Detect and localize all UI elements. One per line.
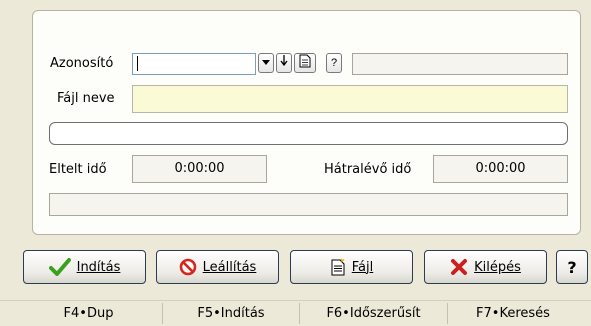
fajl-button[interactable]: Fájl [290,250,413,284]
hatralevo-ido-label: Hátralévő idő [324,162,412,177]
status-item-f7[interactable]: F7•Keresés [448,303,578,324]
status-item-f6[interactable]: F6•Időszerűsít [300,303,448,324]
document-icon [299,54,311,68]
file-icon [331,258,345,276]
chevron-down-icon [262,60,270,65]
text-cursor [137,56,138,71]
inditas-label: Indítás [76,259,121,275]
dropdown-button[interactable] [258,53,274,73]
message-field [49,193,568,216]
fajl-neve-input[interactable] [132,85,568,113]
azonosito-label: Azonosító [50,56,114,71]
help-small-button[interactable]: ? [326,53,342,73]
status-item-f5[interactable]: F5•Indítás [163,303,300,324]
close-x-icon [451,259,468,275]
kilepes-button[interactable]: Kilépés [424,250,547,284]
kilepes-label: Kilépés [474,259,521,275]
stop-icon [179,258,196,276]
hatralevo-ido-value: 0:00:00 [433,155,568,183]
azonosito-input[interactable] [132,53,256,75]
arrow-down-button[interactable] [276,53,292,73]
status-bar: F4•Dup F5•Indítás F6•Időszerűsít F7•Kere… [0,300,591,326]
inditas-button[interactable]: Indítás [23,250,146,284]
azonosito-description [352,53,568,75]
eltelt-ido-label: Eltelt idő [49,162,107,177]
document-button[interactable] [294,53,316,73]
leallitas-button[interactable]: Leállítás [156,250,279,284]
help-button[interactable]: ? [556,250,588,284]
status-item-f4[interactable]: F4•Dup [15,303,163,324]
fajl-label: Fájl [351,259,374,275]
eltelt-ido-value: 0:00:00 [132,155,267,183]
checkmark-icon [48,258,71,276]
progress-bar [49,122,568,145]
arrow-down-icon [280,55,288,67]
leallitas-label: Leállítás [202,259,257,275]
fajl-neve-label: Fájl neve [57,91,115,106]
